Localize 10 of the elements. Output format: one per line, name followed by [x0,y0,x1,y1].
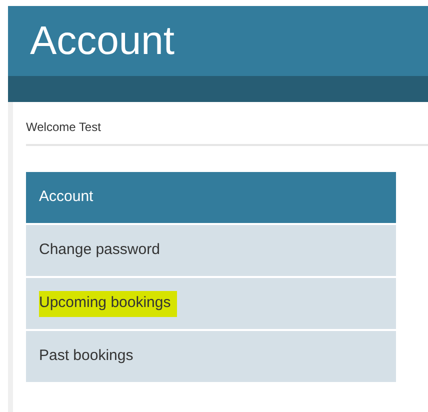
menu-label: Account [39,186,94,206]
menu-item[interactable]: Change password [26,225,396,276]
menu-label: Change password [39,240,161,260]
menu-item[interactable]: Past bookings [26,331,396,382]
menu-item[interactable]: Upcoming bookings [26,278,396,329]
welcome-text: Welcome Test [26,119,102,136]
highlighted-label: Upcoming bookings [39,290,177,316]
menu-label: Past bookings [39,346,134,366]
page-title: Account [30,18,175,64]
menu-item[interactable]: Account [26,172,396,223]
